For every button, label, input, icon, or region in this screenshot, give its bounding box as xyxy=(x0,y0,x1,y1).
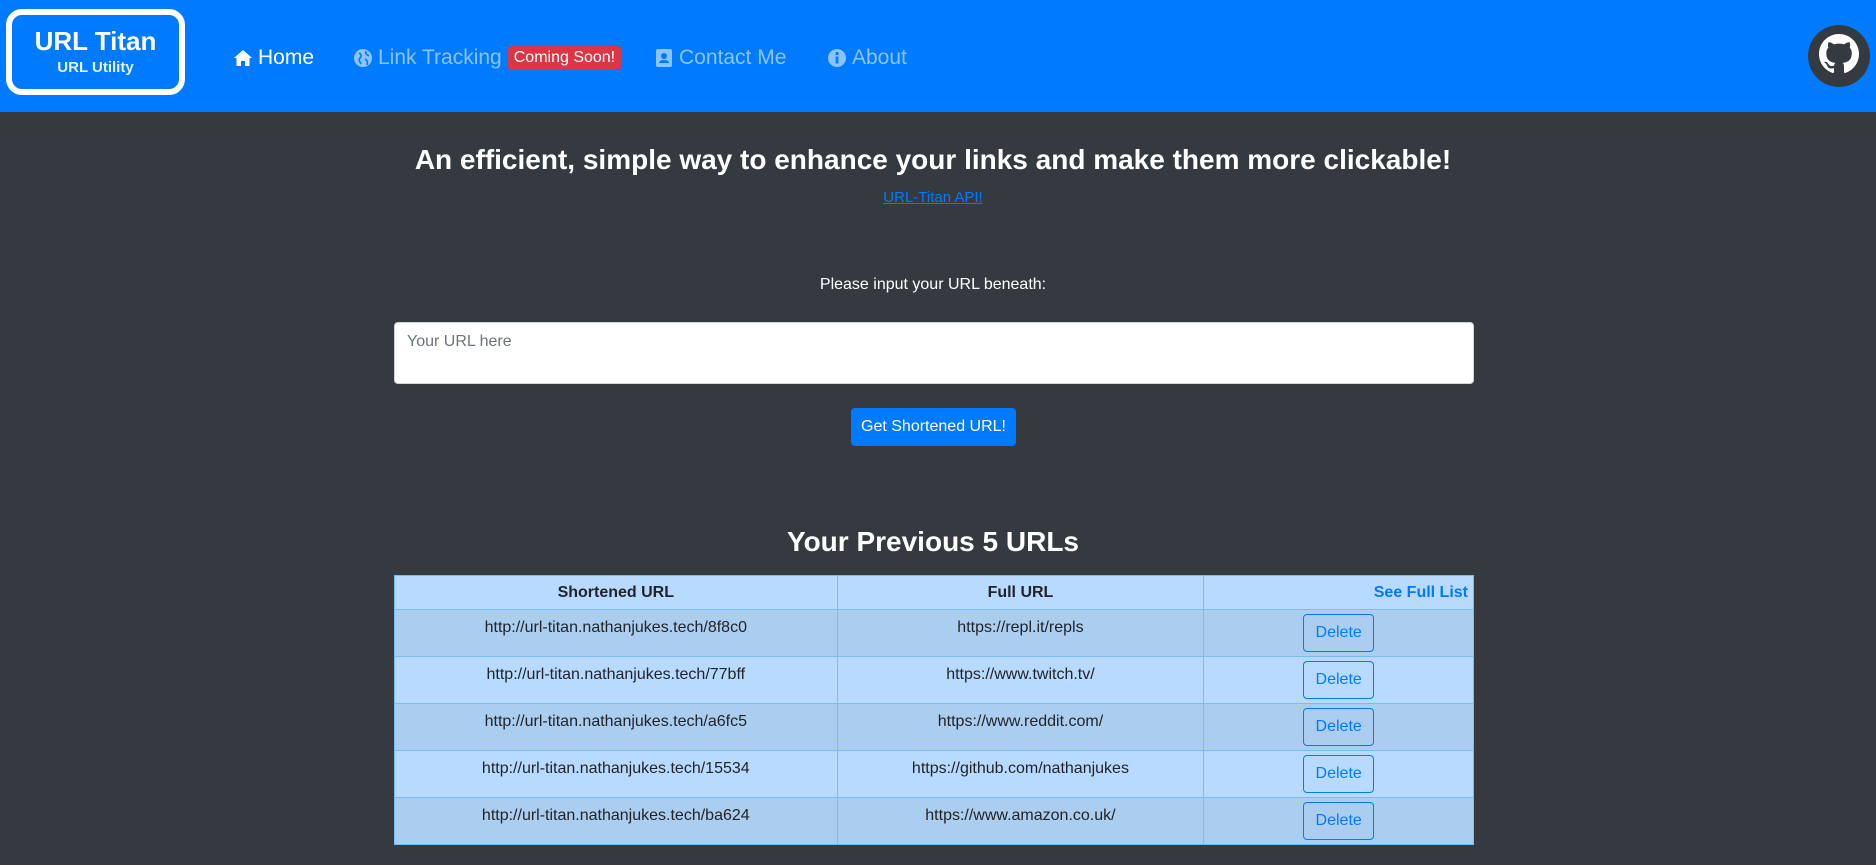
previous-urls-table: Shortened URL Full URL See Full List htt… xyxy=(394,575,1474,845)
delete-button[interactable]: Delete xyxy=(1303,802,1375,840)
table-row: http://url-titan.nathanjukes.tech/8f8c0 … xyxy=(394,609,1474,657)
action-cell: Delete xyxy=(1203,703,1474,751)
shortened-url-cell: http://url-titan.nathanjukes.tech/15534 xyxy=(394,750,838,798)
action-cell: Delete xyxy=(1203,797,1474,845)
github-icon xyxy=(1819,33,1859,79)
action-cell: Delete xyxy=(1203,750,1474,798)
brand-logo[interactable]: URL Titan URL Utility xyxy=(6,9,185,95)
nav-home-label: Home xyxy=(258,46,315,69)
full-url-cell: https://www.reddit.com/ xyxy=(836,703,1205,751)
table-row: http://url-titan.nathanjukes.tech/15534 … xyxy=(394,750,1474,798)
previous-urls-title: Your Previous 5 URLs xyxy=(786,526,1079,557)
navbar: URL Titan URL Utility Home Link Tracking… xyxy=(0,0,1876,112)
page-headline: An efficient, simple way to enhance your… xyxy=(414,144,1452,175)
delete-button[interactable]: Delete xyxy=(1303,755,1375,793)
shortened-url-cell: http://url-titan.nathanjukes.tech/77bff xyxy=(394,656,838,704)
info-circle-icon xyxy=(826,47,848,69)
header-shortened-url: Shortened URL xyxy=(394,575,838,610)
nav-contact[interactable]: Contact Me xyxy=(653,42,786,74)
delete-button[interactable]: Delete xyxy=(1303,661,1375,699)
delete-button[interactable]: Delete xyxy=(1303,708,1375,746)
table-header-row: Shortened URL Full URL See Full List xyxy=(394,575,1474,610)
url-prompt: Please input your URL beneath: xyxy=(819,276,1047,293)
brand-title: URL Titan xyxy=(34,26,157,56)
delete-button[interactable]: Delete xyxy=(1303,614,1375,652)
shortened-url-cell: http://url-titan.nathanjukes.tech/ba624 xyxy=(394,797,838,845)
header-actions: See Full List xyxy=(1203,575,1474,610)
action-cell: Delete xyxy=(1203,609,1474,657)
nav-contact-label: Contact Me xyxy=(679,46,787,69)
action-cell: Delete xyxy=(1203,656,1474,704)
api-link[interactable]: URL-Titan API! xyxy=(883,189,982,206)
nav-link-tracking[interactable]: Link Tracking Coming Soon! xyxy=(352,42,622,74)
nav-link-tracking-label: Link Tracking xyxy=(378,46,502,69)
coming-soon-badge: Coming Soon! xyxy=(507,46,622,70)
github-link[interactable] xyxy=(1808,25,1870,87)
shortened-url-cell: http://url-titan.nathanjukes.tech/8f8c0 xyxy=(394,609,838,657)
full-url-cell: https://www.twitch.tv/ xyxy=(836,656,1205,704)
table-row: http://url-titan.nathanjukes.tech/77bff … xyxy=(394,656,1474,704)
nav-about[interactable]: About xyxy=(826,42,907,74)
globe-icon xyxy=(352,47,374,69)
url-input[interactable] xyxy=(394,322,1474,384)
table-row: http://url-titan.nathanjukes.tech/ba624 … xyxy=(394,797,1474,845)
address-book-icon xyxy=(653,47,675,69)
table-row: http://url-titan.nathanjukes.tech/a6fc5 … xyxy=(394,703,1474,751)
get-shortened-url-button[interactable]: Get Shortened URL! xyxy=(851,408,1016,446)
nav-about-label: About xyxy=(852,46,907,69)
see-full-list-link[interactable]: See Full List xyxy=(1374,584,1468,601)
shortened-url-cell: http://url-titan.nathanjukes.tech/a6fc5 xyxy=(394,703,838,751)
header-full-url: Full URL xyxy=(836,575,1205,610)
api-link-wrapper: URL-Titan API! xyxy=(0,189,1866,206)
full-url-cell: https://repl.it/repls xyxy=(836,609,1205,657)
full-url-cell: https://github.com/nathanjukes xyxy=(836,750,1205,798)
brand-subtitle: URL Utility xyxy=(57,59,134,76)
home-icon xyxy=(232,47,254,69)
nav-home[interactable]: Home xyxy=(232,42,314,74)
full-url-cell: https://www.amazon.co.uk/ xyxy=(836,797,1205,845)
